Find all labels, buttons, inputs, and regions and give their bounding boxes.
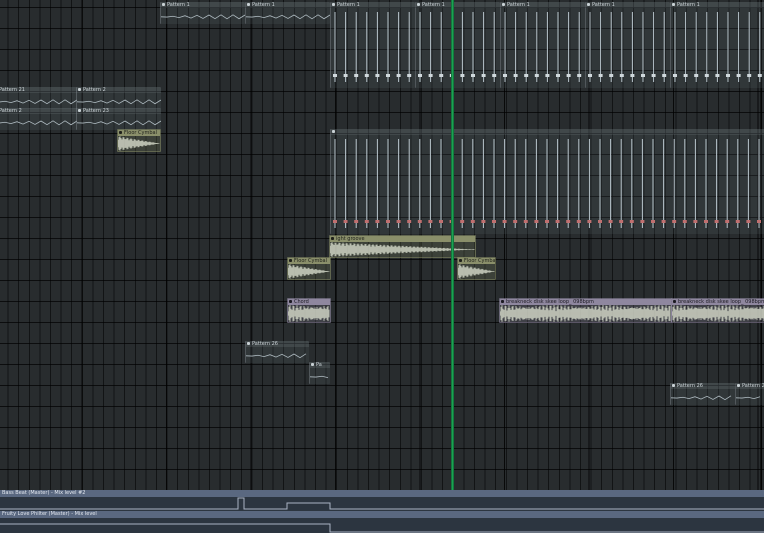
automation-curve bbox=[0, 523, 764, 533]
lock-icon bbox=[502, 3, 505, 6]
playlist-clip-c19[interactable]: breakneck disk skee loop_ 098bpm bbox=[671, 298, 764, 323]
automation-clip-title: Bass Beat (Master) - Mix level #2 bbox=[0, 490, 764, 497]
clip-preview bbox=[671, 395, 732, 401]
lock-icon bbox=[587, 3, 590, 6]
playlist-clip-c6[interactable]: Pattern 1 bbox=[585, 2, 670, 88]
lock-icon bbox=[331, 237, 334, 240]
playlist-clip-c21[interactable]: Pa bbox=[309, 362, 330, 384]
lock-icon bbox=[672, 384, 675, 387]
clip-preview bbox=[161, 14, 245, 20]
clip-preview bbox=[0, 99, 77, 105]
lock-icon bbox=[78, 88, 81, 91]
playlist-clip-c23[interactable]: Pattern 26 bbox=[735, 383, 764, 405]
lock-icon bbox=[247, 342, 250, 345]
clip-preview bbox=[672, 305, 764, 322]
lock-icon bbox=[332, 130, 335, 133]
playlist-clip-c12[interactable]: Floor Cymbal bbox=[117, 129, 161, 152]
lock-icon bbox=[289, 259, 292, 262]
clip-preview bbox=[736, 396, 761, 400]
playlist-clip-c2[interactable]: Pattern 1 bbox=[245, 2, 330, 24]
clip-preview bbox=[503, 12, 582, 82]
playlist-clip-c17[interactable]: Chord bbox=[287, 298, 331, 323]
clip-preview bbox=[288, 305, 330, 322]
playlist-clip-c3[interactable]: Pattern 1 bbox=[330, 2, 415, 88]
clip-preview bbox=[673, 12, 762, 82]
lock-icon bbox=[737, 384, 740, 387]
lock-icon bbox=[672, 3, 675, 6]
lock-icon bbox=[247, 3, 250, 6]
clip-preview bbox=[118, 136, 160, 151]
lock-icon bbox=[673, 300, 676, 303]
clip-preview bbox=[246, 14, 330, 20]
playlist-clip-c7[interactable]: Pattern 1 bbox=[670, 2, 764, 88]
clip-preview bbox=[333, 12, 412, 82]
playlist-clip-c15[interactable]: Floor Cymbal bbox=[287, 257, 331, 280]
lock-icon bbox=[119, 131, 122, 134]
lock-icon bbox=[332, 3, 335, 6]
automation-clip-love-philter[interactable]: Fruity Love Philter (Master) - Mix level bbox=[0, 511, 764, 533]
playlist-clip-c16[interactable]: Floor Cymbal bbox=[457, 257, 496, 280]
clip-preview bbox=[458, 264, 495, 279]
clip-preview bbox=[588, 12, 667, 82]
playlist-clip-c5[interactable]: Pattern 1 bbox=[500, 2, 585, 88]
lock-icon bbox=[78, 109, 81, 112]
playlist-clip-c20[interactable]: Pattern 26 bbox=[245, 341, 309, 363]
playlist-clip-c11[interactable]: Pattern 23 bbox=[76, 108, 161, 130]
automation-clip-title: Fruity Love Philter (Master) - Mix level bbox=[0, 511, 764, 518]
lock-icon bbox=[501, 300, 504, 303]
clip-preview bbox=[77, 99, 161, 105]
playlist-clip-c4[interactable]: Pattern 1 bbox=[415, 2, 500, 88]
lock-icon bbox=[459, 259, 462, 262]
lock-icon bbox=[311, 363, 314, 366]
playlist-clip-c22[interactable]: Pattern 26 bbox=[670, 383, 735, 405]
clip-preview bbox=[77, 120, 161, 126]
clip-preview bbox=[310, 375, 329, 379]
clip-preview bbox=[246, 353, 307, 359]
clip-preview bbox=[500, 305, 671, 322]
clip-preview bbox=[333, 139, 761, 228]
clip-preview bbox=[288, 264, 330, 279]
playlist-clip-c13[interactable] bbox=[330, 129, 764, 234]
playlist-clip-c9[interactable]: Pattern 2 bbox=[76, 87, 161, 109]
playhead[interactable] bbox=[451, 0, 454, 490]
clip-preview bbox=[418, 12, 497, 82]
automation-clip-bass-beat[interactable]: Bass Beat (Master) - Mix level #2 bbox=[0, 490, 764, 511]
playlist-clip-c1[interactable]: Pattern 1 bbox=[160, 2, 245, 24]
playlist-clip-c8[interactable]: Pattern 21 bbox=[0, 87, 77, 109]
automation-curve bbox=[0, 497, 764, 510]
playlist-clip-c10[interactable]: Pattern 2 bbox=[0, 108, 77, 130]
playlist-clip-c18[interactable]: breakneck disk skee loop_ 098bpm bbox=[499, 298, 672, 323]
playlist-grid[interactable]: Pattern 1 Pattern 1 Pattern 1 Pattern 1 Patt… bbox=[0, 0, 764, 533]
lock-icon bbox=[162, 3, 165, 6]
lock-icon bbox=[289, 300, 292, 303]
clip-preview bbox=[0, 120, 77, 126]
lock-icon bbox=[417, 3, 420, 6]
